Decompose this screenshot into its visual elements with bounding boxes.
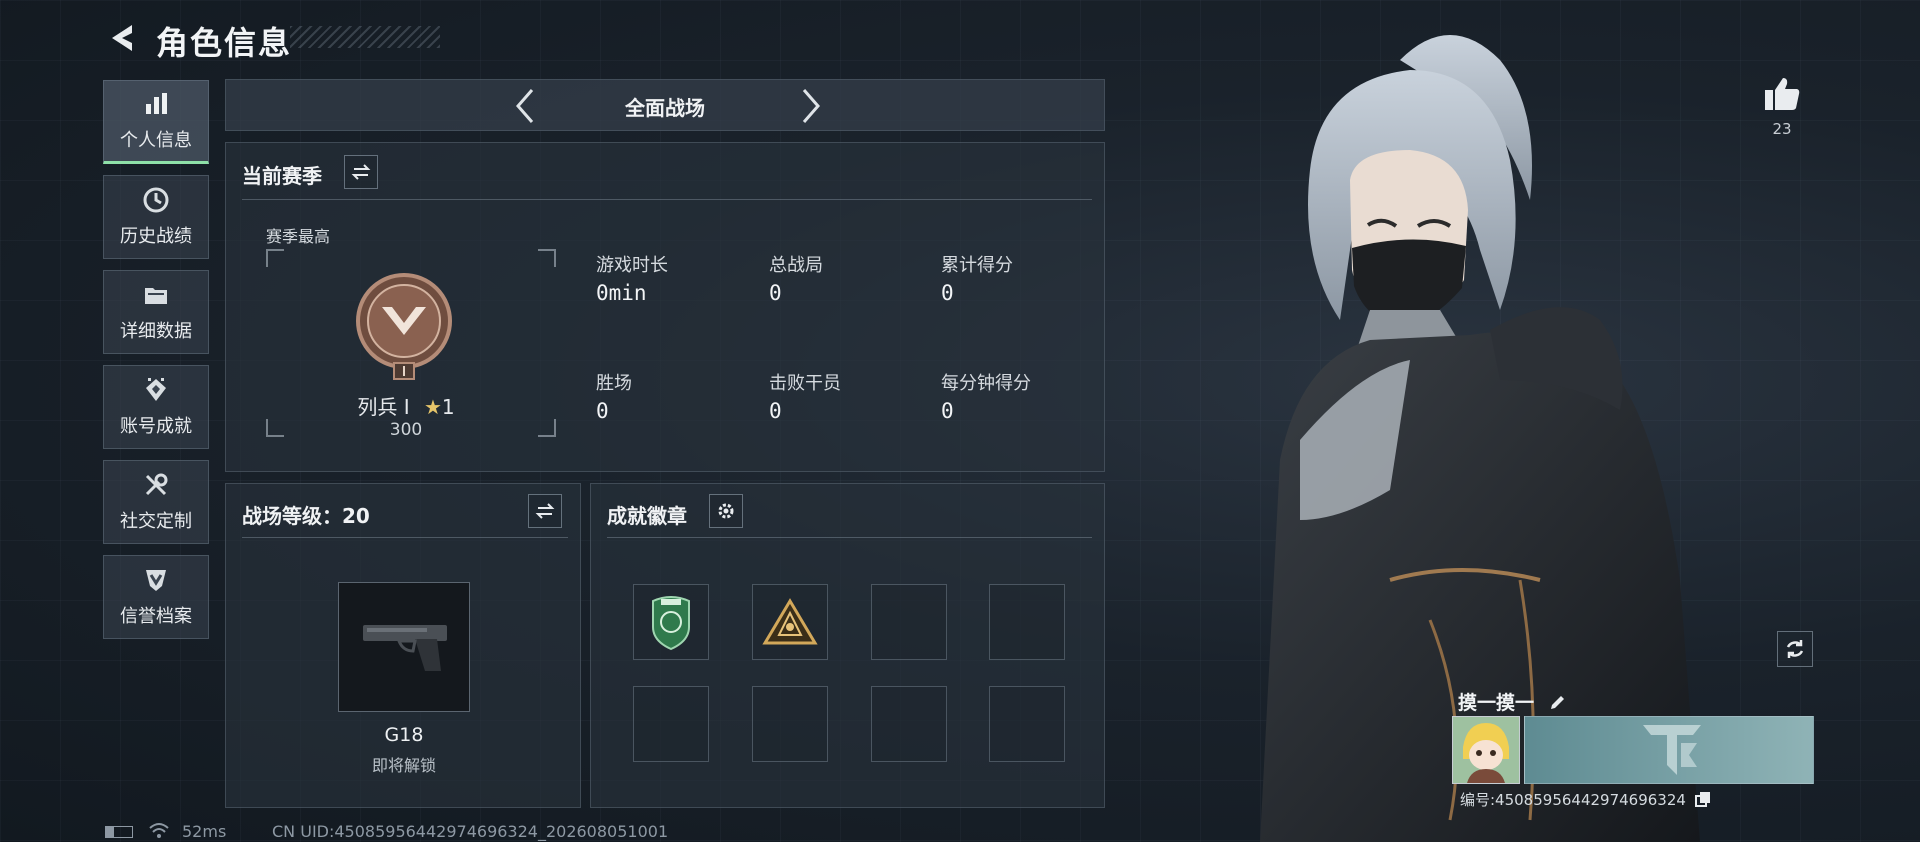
sidebar-item-label: 账号成就 bbox=[120, 416, 192, 437]
back-arrow-icon bbox=[112, 25, 132, 51]
divider bbox=[607, 537, 1092, 538]
stat-value-total-score: 0 bbox=[941, 281, 954, 305]
sidebar-item-label: 个人信息 bbox=[120, 130, 192, 151]
mode-name: 全面战场 bbox=[625, 96, 705, 120]
weapon-name: G18 bbox=[384, 724, 424, 746]
frame-corner bbox=[538, 249, 556, 267]
achievements-settings-button[interactable] bbox=[709, 494, 743, 528]
swap-icon bbox=[351, 164, 371, 180]
star-icon: ★ bbox=[423, 395, 442, 419]
weapon-status: 即将解锁 bbox=[371, 756, 436, 775]
triangle-badge-icon bbox=[762, 598, 818, 645]
wifi-icon bbox=[149, 823, 169, 838]
season-switch-button[interactable] bbox=[344, 155, 378, 189]
mode-selector: 全面战场 bbox=[225, 79, 1105, 131]
sidebar-item-detailed-data[interactable]: 详细数据 bbox=[103, 270, 209, 354]
green-shield-badge-icon bbox=[652, 596, 690, 651]
like-button[interactable]: 23 bbox=[1762, 76, 1802, 138]
badge-slot-1[interactable] bbox=[633, 584, 709, 660]
profile-banner bbox=[1524, 716, 1814, 784]
nickname-text: 摸一摸一 bbox=[1458, 692, 1535, 714]
sidebar-item-social-custom[interactable]: 社交定制 bbox=[103, 460, 209, 544]
frame-corner bbox=[266, 249, 284, 267]
rank-points: 300 bbox=[389, 420, 423, 440]
sidebar-item-label: 详细数据 bbox=[120, 321, 192, 342]
page-title: 角色信息 bbox=[156, 24, 293, 62]
folder-icon bbox=[145, 288, 167, 304]
stat-value-wins: 0 bbox=[596, 399, 609, 423]
sidebar-item-personal-info[interactable]: 个人信息 bbox=[103, 80, 209, 164]
edit-pencil-icon[interactable] bbox=[1549, 693, 1567, 711]
achievements-panel: 成就徽章 bbox=[590, 483, 1105, 808]
stat-value-score-per-minute: 0 bbox=[941, 399, 954, 423]
player-id-row: 编号:4508595644297469632​4 bbox=[1460, 789, 1711, 810]
badge-slot-2[interactable] bbox=[752, 584, 828, 660]
frame-corner bbox=[538, 419, 556, 437]
refresh-icon bbox=[1786, 640, 1804, 658]
stat-value-playtime: 0min bbox=[596, 281, 647, 305]
level-switch-button[interactable] bbox=[528, 494, 562, 528]
rank-name: 列兵 I bbox=[357, 395, 410, 419]
frame-corner bbox=[266, 419, 284, 437]
stat-label-total-matches: 总战局 bbox=[769, 255, 823, 276]
stat-label-total-score: 累计得分 bbox=[941, 255, 1013, 276]
rank-stars: 1 bbox=[441, 395, 455, 419]
pistol-icon bbox=[363, 625, 447, 671]
divider bbox=[242, 537, 568, 538]
copy-icon[interactable] bbox=[1694, 791, 1711, 807]
badge-slot-3[interactable] bbox=[871, 584, 947, 660]
battery-icon bbox=[105, 826, 133, 838]
weapon-reward-slot[interactable] bbox=[338, 582, 470, 712]
like-count: 23 bbox=[1772, 120, 1792, 138]
badge-slot-8[interactable] bbox=[989, 686, 1065, 762]
shield-check-icon bbox=[146, 570, 166, 591]
sidebar-item-credit-record[interactable]: 信誉档案 bbox=[103, 555, 209, 639]
emblem-logo-icon bbox=[1643, 725, 1701, 775]
sidebar-item-label: 社交定制 bbox=[120, 511, 192, 532]
back-button[interactable] bbox=[104, 20, 138, 56]
battlefield-level-panel: 战场等级：20 G18 即将解锁 bbox=[225, 483, 581, 808]
season-title: 当前赛季 bbox=[242, 164, 322, 188]
sidebar-item-label: 信誉档案 bbox=[120, 606, 192, 627]
chevron-right-icon[interactable] bbox=[790, 86, 830, 126]
bar-chart-icon bbox=[146, 93, 167, 114]
player-id: 编号:4508595644297469632​4 bbox=[1460, 791, 1686, 809]
gear-icon bbox=[718, 503, 734, 519]
clock-history-icon bbox=[143, 187, 169, 213]
stat-label-score-per-minute: 每分钟得分 bbox=[941, 373, 1031, 394]
stat-label-wins: 胜场 bbox=[596, 373, 632, 394]
badge-slot-5[interactable] bbox=[633, 686, 709, 762]
sidebar-item-account-achievements[interactable]: 账号成就 bbox=[103, 365, 209, 449]
swap-icon bbox=[535, 503, 555, 519]
achievements-title: 成就徽章 bbox=[607, 504, 687, 528]
uid-text: CN UID:450859564429746963​24_20260805100… bbox=[272, 822, 669, 841]
badge-slot-6[interactable] bbox=[752, 686, 828, 762]
avatar[interactable] bbox=[1452, 716, 1520, 784]
sidebar-item-match-history[interactable]: 历史战绩 bbox=[103, 175, 209, 259]
rank-badge-icon bbox=[356, 273, 452, 380]
stat-value-kills: 0 bbox=[769, 399, 782, 423]
battlefield-level-title: 战场等级：20 bbox=[242, 504, 370, 528]
thumbs-up-icon bbox=[1765, 78, 1800, 110]
rotate-view-button[interactable] bbox=[1777, 631, 1813, 667]
badge-slot-7[interactable] bbox=[871, 686, 947, 762]
achievement-icon bbox=[146, 378, 166, 401]
title-decoration bbox=[290, 26, 440, 48]
season-best-label: 赛季最高 bbox=[266, 227, 331, 246]
badge-slot-4[interactable] bbox=[989, 584, 1065, 660]
rank-info: 列兵 I ★1 bbox=[346, 391, 466, 420]
stat-label-playtime: 游戏时长 bbox=[596, 255, 668, 276]
stat-value-total-matches: 0 bbox=[769, 281, 782, 305]
avatar-image bbox=[1453, 717, 1519, 783]
sidebar-item-label: 历史战绩 bbox=[120, 226, 192, 247]
stat-label-kills: 击败干员 bbox=[769, 373, 841, 394]
divider bbox=[242, 199, 1092, 200]
ping-value: 52ms bbox=[182, 822, 227, 841]
wrench-tools-icon bbox=[145, 473, 168, 496]
season-panel: 当前赛季 赛季最高 列兵 I ★1 300 游戏时长 0min 总战局 0 累计… bbox=[225, 142, 1105, 472]
player-nickname: 摸一摸一 bbox=[1458, 688, 1567, 715]
